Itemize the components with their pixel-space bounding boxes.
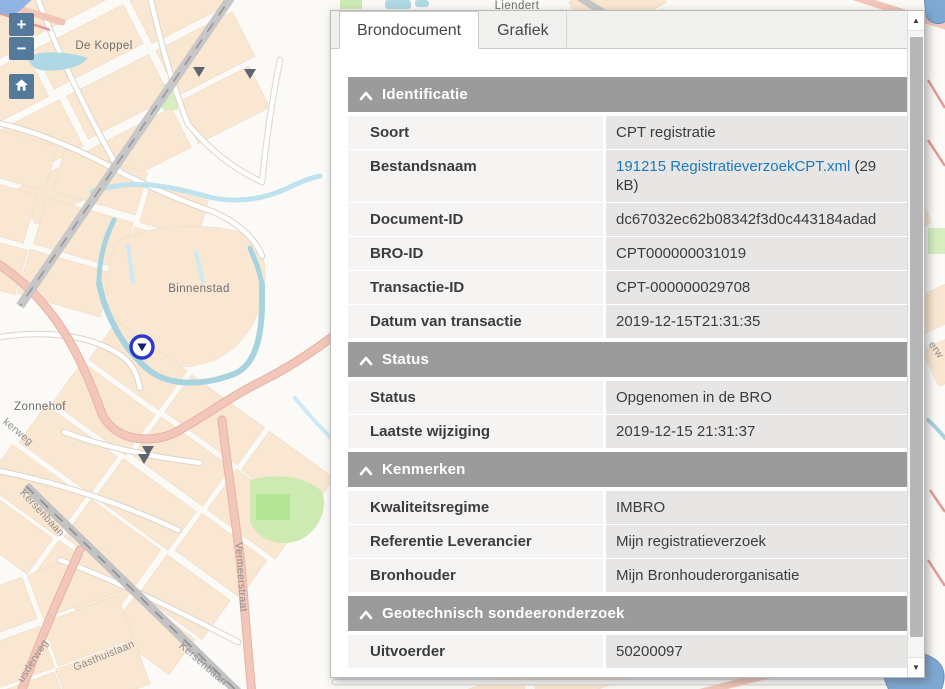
section-header-geotechnisch-sondeeronderzoek[interactable]: Geotechnisch sondeeronderzoek bbox=[348, 596, 909, 631]
detail-row: Transactie-ID CPT-000000029708 bbox=[348, 271, 909, 304]
panel-body: Identificatie Soort CPT registratie Best… bbox=[331, 49, 924, 677]
selected-marker-icon bbox=[127, 332, 157, 362]
cpt-point-marker[interactable] bbox=[244, 69, 256, 79]
row-label: Transactie-ID bbox=[348, 271, 603, 304]
section: Geotechnisch sondeeronderzoek Uitvoerder… bbox=[348, 596, 909, 668]
row-label: BRO-ID bbox=[348, 237, 603, 270]
row-value: dc67032ec62b08342f3d0c443184adad bbox=[606, 203, 909, 236]
row-label: Kwaliteitsregime bbox=[348, 491, 603, 524]
scroll-up-button[interactable]: ▲ bbox=[908, 11, 924, 31]
home-icon bbox=[13, 78, 30, 97]
row-value: CPT registratie bbox=[606, 116, 909, 149]
section-header-identificatie[interactable]: Identificatie bbox=[348, 77, 909, 112]
collapse-chevron-icon bbox=[359, 465, 373, 477]
detail-row: Document-ID dc67032ec62b08342f3d0c443184… bbox=[348, 203, 909, 236]
detail-row: Datum van transactie 2019-12-15T21:31:35 bbox=[348, 305, 909, 338]
section-title: Geotechnisch sondeeronderzoek bbox=[382, 605, 625, 622]
row-label: Bestandsnaam bbox=[348, 150, 603, 202]
arrow-up-icon: ▲ bbox=[912, 16, 920, 25]
panel-scrollbar[interactable]: ▲ ▼ bbox=[907, 11, 924, 677]
section-title: Kenmerken bbox=[382, 461, 466, 478]
row-value: 50200097 bbox=[606, 635, 909, 668]
detail-row: Status Opgenomen in de BRO bbox=[348, 381, 909, 414]
detail-row: Referentie Leverancier Mijn registratiev… bbox=[348, 525, 909, 558]
collapse-chevron-icon bbox=[359, 355, 373, 367]
detail-row: Kwaliteitsregime IMBRO bbox=[348, 491, 909, 524]
arrow-down-icon: ▼ bbox=[912, 663, 920, 672]
cpt-point-marker[interactable] bbox=[138, 454, 150, 464]
section-header-status[interactable]: Status bbox=[348, 342, 909, 377]
document-link[interactable]: 191215 RegistratieverzoekCPT.xml bbox=[616, 158, 850, 175]
cpt-point-marker[interactable] bbox=[193, 67, 205, 77]
detail-row: Laatste wijziging 2019-12-15 21:31:37 bbox=[348, 415, 909, 448]
row-value: Opgenomen in de BRO bbox=[606, 381, 909, 414]
row-label: Laatste wijziging bbox=[348, 415, 603, 448]
row-label: Datum van transactie bbox=[348, 305, 603, 338]
row-label: Bronhouder bbox=[348, 559, 603, 592]
home-button[interactable] bbox=[9, 74, 34, 99]
detail-panel: BrondocumentGrafiek Identificatie Soort … bbox=[330, 10, 925, 678]
row-value: CPT000000031019 bbox=[606, 237, 909, 270]
row-value: 191215 RegistratieverzoekCPT.xml (29 kB) bbox=[606, 150, 909, 202]
section-title: Status bbox=[382, 351, 429, 368]
section-title: Identificatie bbox=[382, 86, 468, 103]
section: Status Status Opgenomen in de BRO Laatst… bbox=[348, 342, 909, 448]
bro-viewer: LiendertDe KoppelBinnenstadZonnehofkerwe… bbox=[0, 0, 945, 689]
row-value: Mijn registratieverzoek bbox=[606, 525, 909, 558]
row-label: Document-ID bbox=[348, 203, 603, 236]
collapse-chevron-icon bbox=[359, 90, 373, 102]
row-value: 2019-12-15T21:31:35 bbox=[606, 305, 909, 338]
detail-row: Bronhouder Mijn Bronhouderorganisatie bbox=[348, 559, 909, 592]
detail-row: Soort CPT registratie bbox=[348, 116, 909, 149]
row-value: CPT-000000029708 bbox=[606, 271, 909, 304]
scroll-thumb[interactable] bbox=[910, 37, 923, 637]
zoom-in-button[interactable]: + bbox=[9, 13, 34, 36]
tab-brondocument[interactable]: Brondocument bbox=[339, 11, 479, 49]
detail-row: Bestandsnaam 191215 RegistratieverzoekCP… bbox=[348, 150, 909, 202]
section: Identificatie Soort CPT registratie Best… bbox=[348, 77, 909, 338]
row-label: Referentie Leverancier bbox=[348, 525, 603, 558]
row-value: Mijn Bronhouderorganisatie bbox=[606, 559, 909, 592]
detail-row: BRO-ID CPT000000031019 bbox=[348, 237, 909, 270]
zoom-out-button[interactable]: − bbox=[9, 37, 34, 60]
row-label: Status bbox=[348, 381, 603, 414]
map-controls: + − bbox=[9, 13, 34, 99]
section-header-kenmerken[interactable]: Kenmerken bbox=[348, 452, 909, 487]
scroll-down-button[interactable]: ▼ bbox=[908, 657, 924, 677]
detail-row: Uitvoerder 50200097 bbox=[348, 635, 909, 668]
section: Kenmerken Kwaliteitsregime IMBRO Referen… bbox=[348, 452, 909, 592]
tab-bar: BrondocumentGrafiek bbox=[331, 11, 907, 49]
row-value: 2019-12-15 21:31:37 bbox=[606, 415, 909, 448]
collapse-chevron-icon bbox=[359, 609, 373, 621]
row-label: Soort bbox=[348, 116, 603, 149]
tab-grafiek[interactable]: Grafiek bbox=[479, 11, 567, 48]
row-value: IMBRO bbox=[606, 491, 909, 524]
selected-location-marker[interactable] bbox=[127, 332, 157, 362]
row-label: Uitvoerder bbox=[348, 635, 603, 668]
